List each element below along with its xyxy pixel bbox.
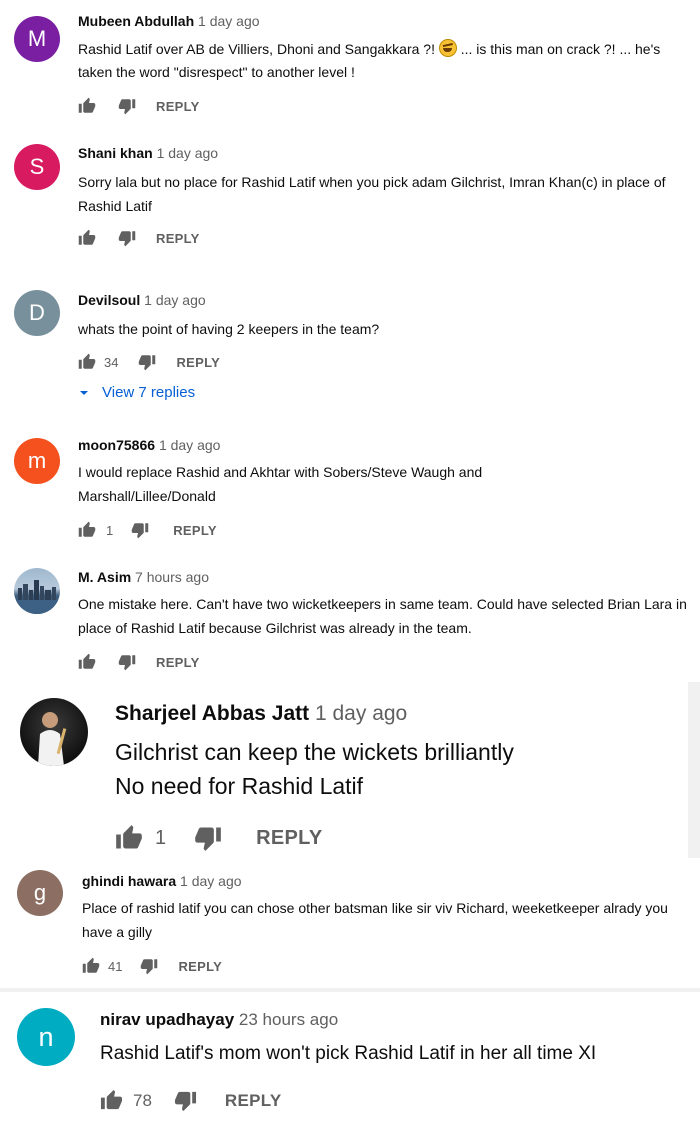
comment-actions: REPLY xyxy=(78,653,200,671)
comment-actions: REPLY xyxy=(78,97,200,115)
timestamp[interactable]: 1 day ago xyxy=(315,702,407,725)
cricketer-photo-icon xyxy=(38,712,67,766)
comment-item: n nirav upadhayay 23 hours ago Rashid La… xyxy=(0,992,700,1129)
comment-item: m moon75866 1 day ago I would replace Ra… xyxy=(0,422,700,562)
thumbs-down-icon[interactable] xyxy=(140,957,158,975)
thumbs-down-icon[interactable] xyxy=(174,1089,197,1112)
comment-actions: 34 REPLY xyxy=(78,353,220,371)
comment-header: M. Asim 7 hours ago xyxy=(78,569,209,585)
thumbs-up-icon[interactable] xyxy=(115,824,143,852)
thumbs-up-icon[interactable] xyxy=(100,1089,123,1112)
author-name[interactable]: Sharjeel Abbas Jatt xyxy=(115,702,309,725)
author-name[interactable]: Devilsoul xyxy=(78,292,140,308)
like-count: 41 xyxy=(108,958,123,974)
comment-actions: 1 REPLY xyxy=(115,824,322,852)
rolling-on-floor-laughing-emoji-icon xyxy=(438,39,457,57)
timestamp[interactable]: 1 day ago xyxy=(157,145,219,161)
avatar[interactable]: m xyxy=(14,438,60,484)
comment-text: Rashid Latif over AB de Villiers, Dhoni … xyxy=(78,38,688,84)
comment-text: Gilchrist can keep the wickets brilliant… xyxy=(115,739,514,799)
thumbs-down-icon[interactable] xyxy=(118,97,136,115)
reply-button[interactable]: REPLY xyxy=(156,231,200,246)
author-name[interactable]: moon75866 xyxy=(78,437,155,453)
avatar-letter: n xyxy=(38,1021,54,1052)
avatar-letter: S xyxy=(29,154,45,179)
reply-button[interactable]: REPLY xyxy=(178,959,222,974)
avatar[interactable]: S xyxy=(14,144,60,190)
like-count: 78 xyxy=(133,1090,152,1110)
avatar[interactable] xyxy=(14,568,60,614)
thumbs-up-icon[interactable] xyxy=(78,521,96,539)
timestamp[interactable]: 1 day ago xyxy=(180,873,242,889)
author-name[interactable]: ghindi hawara xyxy=(82,873,176,889)
avatar[interactable]: D xyxy=(14,290,60,336)
comment-header: Devilsoul 1 day ago xyxy=(78,292,206,308)
avatar-letter: m xyxy=(27,448,47,473)
comment-header: Shani khan 1 day ago xyxy=(78,145,218,161)
view-replies-button[interactable]: View 7 replies xyxy=(78,384,195,401)
avatar[interactable]: g xyxy=(17,870,63,916)
like-count: 1 xyxy=(106,522,114,538)
thumbs-down-icon[interactable] xyxy=(194,824,222,852)
view-replies-label: View 7 replies xyxy=(102,384,196,401)
comment-item: D Devilsoul 1 day ago whats the point of… xyxy=(0,274,700,422)
thumbs-down-icon[interactable] xyxy=(118,653,136,671)
reply-button[interactable]: REPLY xyxy=(156,99,200,114)
author-name[interactable]: nirav upadhayay xyxy=(100,1010,234,1029)
comment-item: M Mubeen Abdullah 1 day ago Rashid Latif… xyxy=(0,0,700,132)
thumbs-up-icon[interactable] xyxy=(82,957,100,975)
comment-text: whats the point of having 2 keepers in t… xyxy=(78,321,380,337)
thumbs-up-icon[interactable] xyxy=(78,653,96,671)
timestamp[interactable]: 1 day ago xyxy=(144,292,206,308)
like-count: 1 xyxy=(155,826,167,849)
timestamp[interactable]: 1 day ago xyxy=(198,13,260,29)
comment-item: M. Asim 7 hours ago One mistake here. Ca… xyxy=(0,562,700,682)
comment-actions: 41 REPLY xyxy=(82,957,222,975)
avatar[interactable]: n xyxy=(17,1008,75,1066)
avatar-letter: g xyxy=(33,880,47,905)
thumbs-up-icon[interactable] xyxy=(78,353,96,371)
city-skyline-icon xyxy=(14,580,60,614)
avatar[interactable] xyxy=(20,698,88,766)
comment-text-part: Rashid Latif over AB de Villiers, Dhoni … xyxy=(78,41,435,57)
thumbs-down-icon[interactable] xyxy=(131,521,149,539)
timestamp[interactable]: 1 day ago xyxy=(159,437,221,453)
comment-actions: 78 REPLY xyxy=(100,1089,282,1112)
comment-actions: REPLY xyxy=(78,229,200,247)
thumbs-down-icon[interactable] xyxy=(138,353,156,371)
comment-actions: 1 REPLY xyxy=(78,521,217,539)
comment-text: One mistake here. Can't have two wicketk… xyxy=(78,596,687,636)
reply-button[interactable]: REPLY xyxy=(156,655,200,670)
comment-header: moon75866 1 day ago xyxy=(78,437,220,453)
comment-header: nirav upadhayay 23 hours ago xyxy=(100,1010,338,1030)
reply-button[interactable]: REPLY xyxy=(173,523,217,538)
comment-item: Sharjeel Abbas Jatt 1 day ago Gilchrist … xyxy=(0,682,688,858)
author-name[interactable]: Mubeen Abdullah xyxy=(78,13,194,29)
comment-header: Mubeen Abdullah 1 day ago xyxy=(78,13,260,29)
comment-item: g ghindi hawara 1 day ago Place of rashi… xyxy=(0,858,700,988)
comment-text: Sorry lala but no place for Rashid Latif… xyxy=(78,174,666,214)
thumbs-down-icon[interactable] xyxy=(118,229,136,247)
comment-text: I would replace Rashid and Akhtar with S… xyxy=(78,464,483,504)
reply-button[interactable]: REPLY xyxy=(225,1091,282,1111)
author-name[interactable]: M. Asim xyxy=(78,569,131,585)
comment-header: Sharjeel Abbas Jatt 1 day ago xyxy=(115,702,407,726)
caret-down-icon xyxy=(80,390,88,395)
reply-button[interactable]: REPLY xyxy=(256,827,322,850)
thumbs-up-icon[interactable] xyxy=(78,229,96,247)
thumbs-up-icon[interactable] xyxy=(78,97,96,115)
reply-button[interactable]: REPLY xyxy=(176,355,220,370)
timestamp[interactable]: 23 hours ago xyxy=(239,1010,338,1029)
avatar[interactable]: M xyxy=(14,16,60,62)
timestamp[interactable]: 7 hours ago xyxy=(135,569,209,585)
comment-header: ghindi hawara 1 day ago xyxy=(82,873,242,889)
comment-text: Place of rashid latif you can chose othe… xyxy=(82,900,668,940)
avatar-letter: D xyxy=(29,300,45,325)
avatar-letter: M xyxy=(27,26,47,51)
comment-text: Rashid Latif's mom won't pick Rashid Lat… xyxy=(100,1043,597,1064)
author-name[interactable]: Shani khan xyxy=(78,145,153,161)
like-count: 34 xyxy=(104,354,119,370)
comment-item: S Shani khan 1 day ago Sorry lala but no… xyxy=(0,132,700,274)
